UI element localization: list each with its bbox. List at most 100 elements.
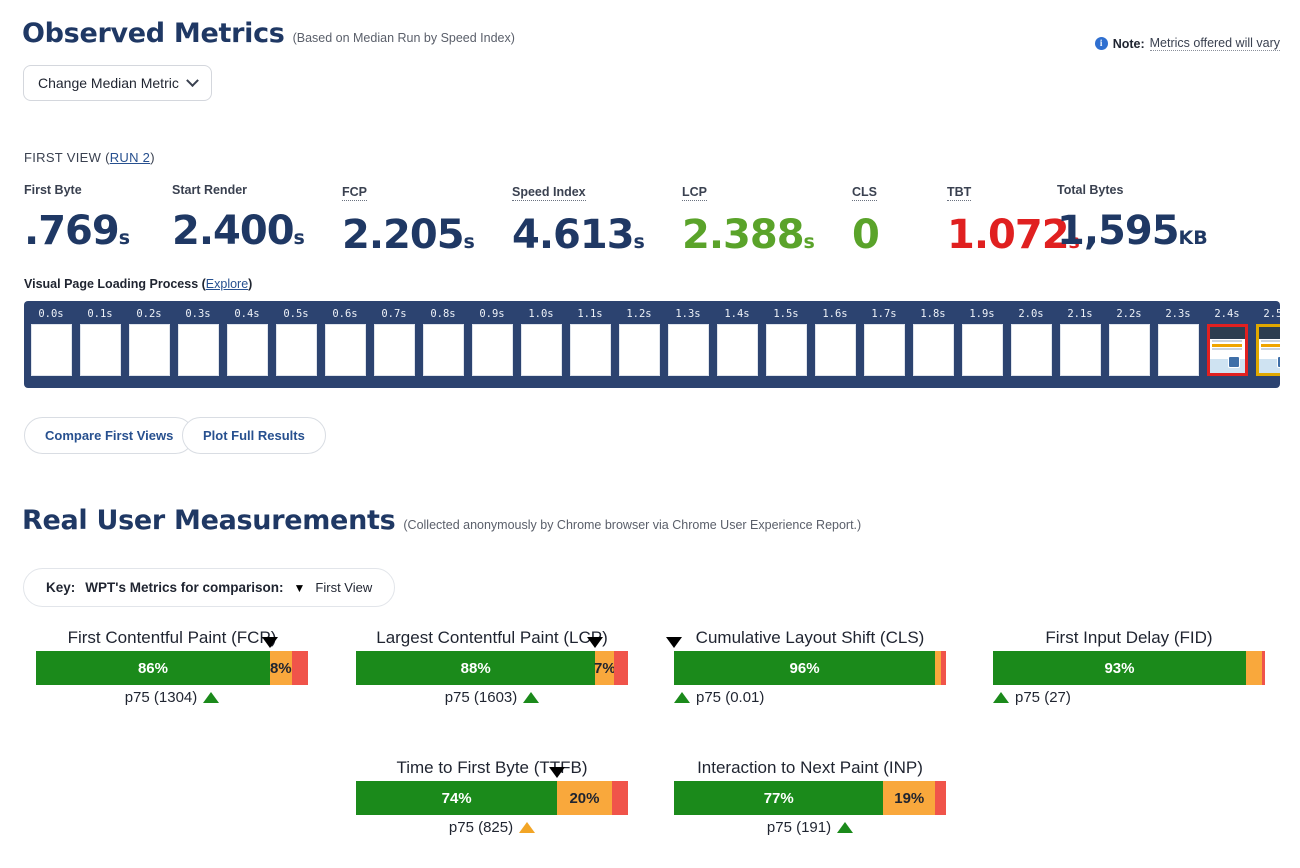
filmstrip-frame-thumbnail[interactable] [717,324,758,376]
cwv-bar-wrap: 77%19% [674,781,946,815]
visual-loading-title: Visual Page Loading Process (Explore) [24,277,252,291]
filmstrip-frame[interactable]: 1.7s [862,306,906,376]
cwv-segment-good: 77% [674,781,883,815]
filmstrip-frame-time: 1.8s [911,306,955,322]
filmstrip-frame-thumbnail[interactable] [80,324,121,376]
filmstrip-frame[interactable]: 0.8s [421,306,465,376]
metric-cls: CLS0 [852,183,947,255]
cwv-p75-row: p75 (1603) [356,689,628,706]
filmstrip-frame[interactable]: 2.4s [1205,306,1249,376]
filmstrip-frame-thumbnail[interactable] [913,324,954,376]
filmstrip-frame-thumbnail[interactable] [31,324,72,376]
filmstrip-frame-thumbnail[interactable] [1060,324,1101,376]
wpt-comparison-marker-icon [262,637,278,648]
filmstrip-frame-thumbnail[interactable] [325,324,366,376]
filmstrip-frame[interactable]: 1.4s [715,306,759,376]
cwv-p75-label: p75 (1603) [445,689,518,706]
filmstrip-frame-thumbnail[interactable] [815,324,856,376]
filmstrip-frame[interactable]: 0.9s [470,306,514,376]
filmstrip-frame-thumbnail[interactable] [178,324,219,376]
filmstrip-frame-thumbnail[interactable] [423,324,464,376]
key-label: Key: [46,580,75,595]
cwv-segment-poor [1262,651,1265,685]
filmstrip-frame[interactable]: 1.5s [764,306,808,376]
filmstrip-frame[interactable]: 0.7s [372,306,416,376]
change-median-metric-button[interactable]: Change Median Metric [23,65,212,101]
metric-label[interactable]: LCP [682,185,707,201]
cwv-bar-wrap: 93% [993,651,1265,685]
filmstrip-frame-thumbnail[interactable] [521,324,562,376]
metric-label: First Byte [24,183,172,197]
p75-marker-icon [837,822,853,833]
explore-link[interactable]: Explore [206,277,248,291]
filmstrip-frame[interactable]: 1.6s [813,306,857,376]
filmstrip-frame[interactable]: 1.2s [617,306,661,376]
compare-first-views-label: Compare First Views [45,428,173,443]
metric-label[interactable]: FCP [342,185,367,201]
cwv-segment-good: 88% [356,651,595,685]
filmstrip-frame-thumbnail[interactable] [962,324,1003,376]
key-description: WPT's Metrics for comparison: [85,580,283,595]
filmstrip-frame-thumbnail[interactable] [374,324,415,376]
metric-start-render: Start Render2.400s [172,183,342,255]
filmstrip-frame-thumbnail[interactable] [1109,324,1150,376]
cwv-distribution-bar[interactable]: 86%8% [36,651,308,685]
filmstrip-frame-thumbnail[interactable] [227,324,268,376]
metric-label[interactable]: TBT [947,185,971,201]
filmstrip-frame-thumbnail[interactable] [129,324,170,376]
run-2-link[interactable]: RUN 2 [110,150,151,165]
filmstrip-frame[interactable]: 2.0s [1009,306,1053,376]
filmstrip-frame[interactable]: 0.2s [127,306,171,376]
filmstrip-frame[interactable]: 0.1s [78,306,122,376]
filmstrip-frame[interactable]: 2.5s [1254,306,1280,376]
filmstrip-frame-time: 0.3s [176,306,220,322]
filmstrip-frame-thumbnail[interactable] [619,324,660,376]
metric-lcp: LCP2.388s [682,183,852,255]
cwv-segment-poor [292,651,308,685]
filmstrip-frame[interactable]: 1.1s [568,306,612,376]
filmstrip-frame[interactable]: 2.1s [1058,306,1102,376]
metric-value: .769s [24,211,172,251]
filmstrip-frame[interactable]: 0.4s [225,306,269,376]
wpt-comparison-marker-icon [666,637,682,648]
filmstrip-frame-thumbnail[interactable] [864,324,905,376]
filmstrip-frame[interactable]: 0.6s [323,306,367,376]
filmstrip-frame-thumbnail[interactable] [668,324,709,376]
filmstrip-frame[interactable]: 1.3s [666,306,710,376]
filmstrip-frame[interactable]: 2.2s [1107,306,1151,376]
wpt-comparison-marker-icon [587,637,603,648]
filmstrip-frame-thumbnail[interactable] [276,324,317,376]
filmstrip-frame-thumbnail[interactable] [1207,324,1248,376]
filmstrip-frame[interactable]: 1.0s [519,306,563,376]
filmstrip-frame[interactable]: 1.9s [960,306,1004,376]
cwv-p75-row: p75 (1304) [36,689,308,706]
observed-metrics-subtitle: (Based on Median Run by Speed Index) [293,31,515,45]
compare-first-views-button[interactable]: Compare First Views [24,417,194,454]
cwv-distribution-bar[interactable]: 74%20% [356,781,628,815]
filmstrip-frame[interactable]: 1.8s [911,306,955,376]
metric-label[interactable]: Speed Index [512,185,586,201]
filmstrip-frame-thumbnail[interactable] [1011,324,1052,376]
filmstrip-frame-thumbnail[interactable] [766,324,807,376]
cwv-distribution-bar[interactable]: 77%19% [674,781,946,815]
cwv-segment-good: 93% [993,651,1246,685]
metric-value: 1,595KB [1057,211,1208,251]
filmstrip-frame-thumbnail[interactable] [570,324,611,376]
cwv-distribution-bar[interactable]: 96% [674,651,946,685]
filmstrip-frame-thumbnail[interactable] [472,324,513,376]
filmstrip-frame[interactable]: 0.3s [176,306,220,376]
filmstrip-frame[interactable]: 0.5s [274,306,318,376]
filmstrip-frame-time: 2.2s [1107,306,1151,322]
plot-full-results-button[interactable]: Plot Full Results [182,417,326,454]
metric-label[interactable]: CLS [852,185,877,201]
cwv-distribution-bar[interactable]: 88%7% [356,651,628,685]
cwv-key[interactable]: Key: WPT's Metrics for comparison: ▼ Fir… [23,568,395,607]
filmstrip-frame-thumbnail[interactable] [1256,324,1281,376]
filmstrip[interactable]: 0.0s 0.1s0.2s 0.3s 0.4s0.5s0.6s0.7s0.8s0.9s… [24,301,1280,388]
cwv-distribution-bar[interactable]: 93% [993,651,1265,685]
filmstrip-frame-thumbnail[interactable] [1158,324,1199,376]
metric-tbt: TBT1.072s [947,183,1057,255]
filmstrip-frame-time: 0.0s [29,306,73,322]
filmstrip-frame[interactable]: 0.0s [29,306,73,376]
filmstrip-frame[interactable]: 2.3s [1156,306,1200,376]
